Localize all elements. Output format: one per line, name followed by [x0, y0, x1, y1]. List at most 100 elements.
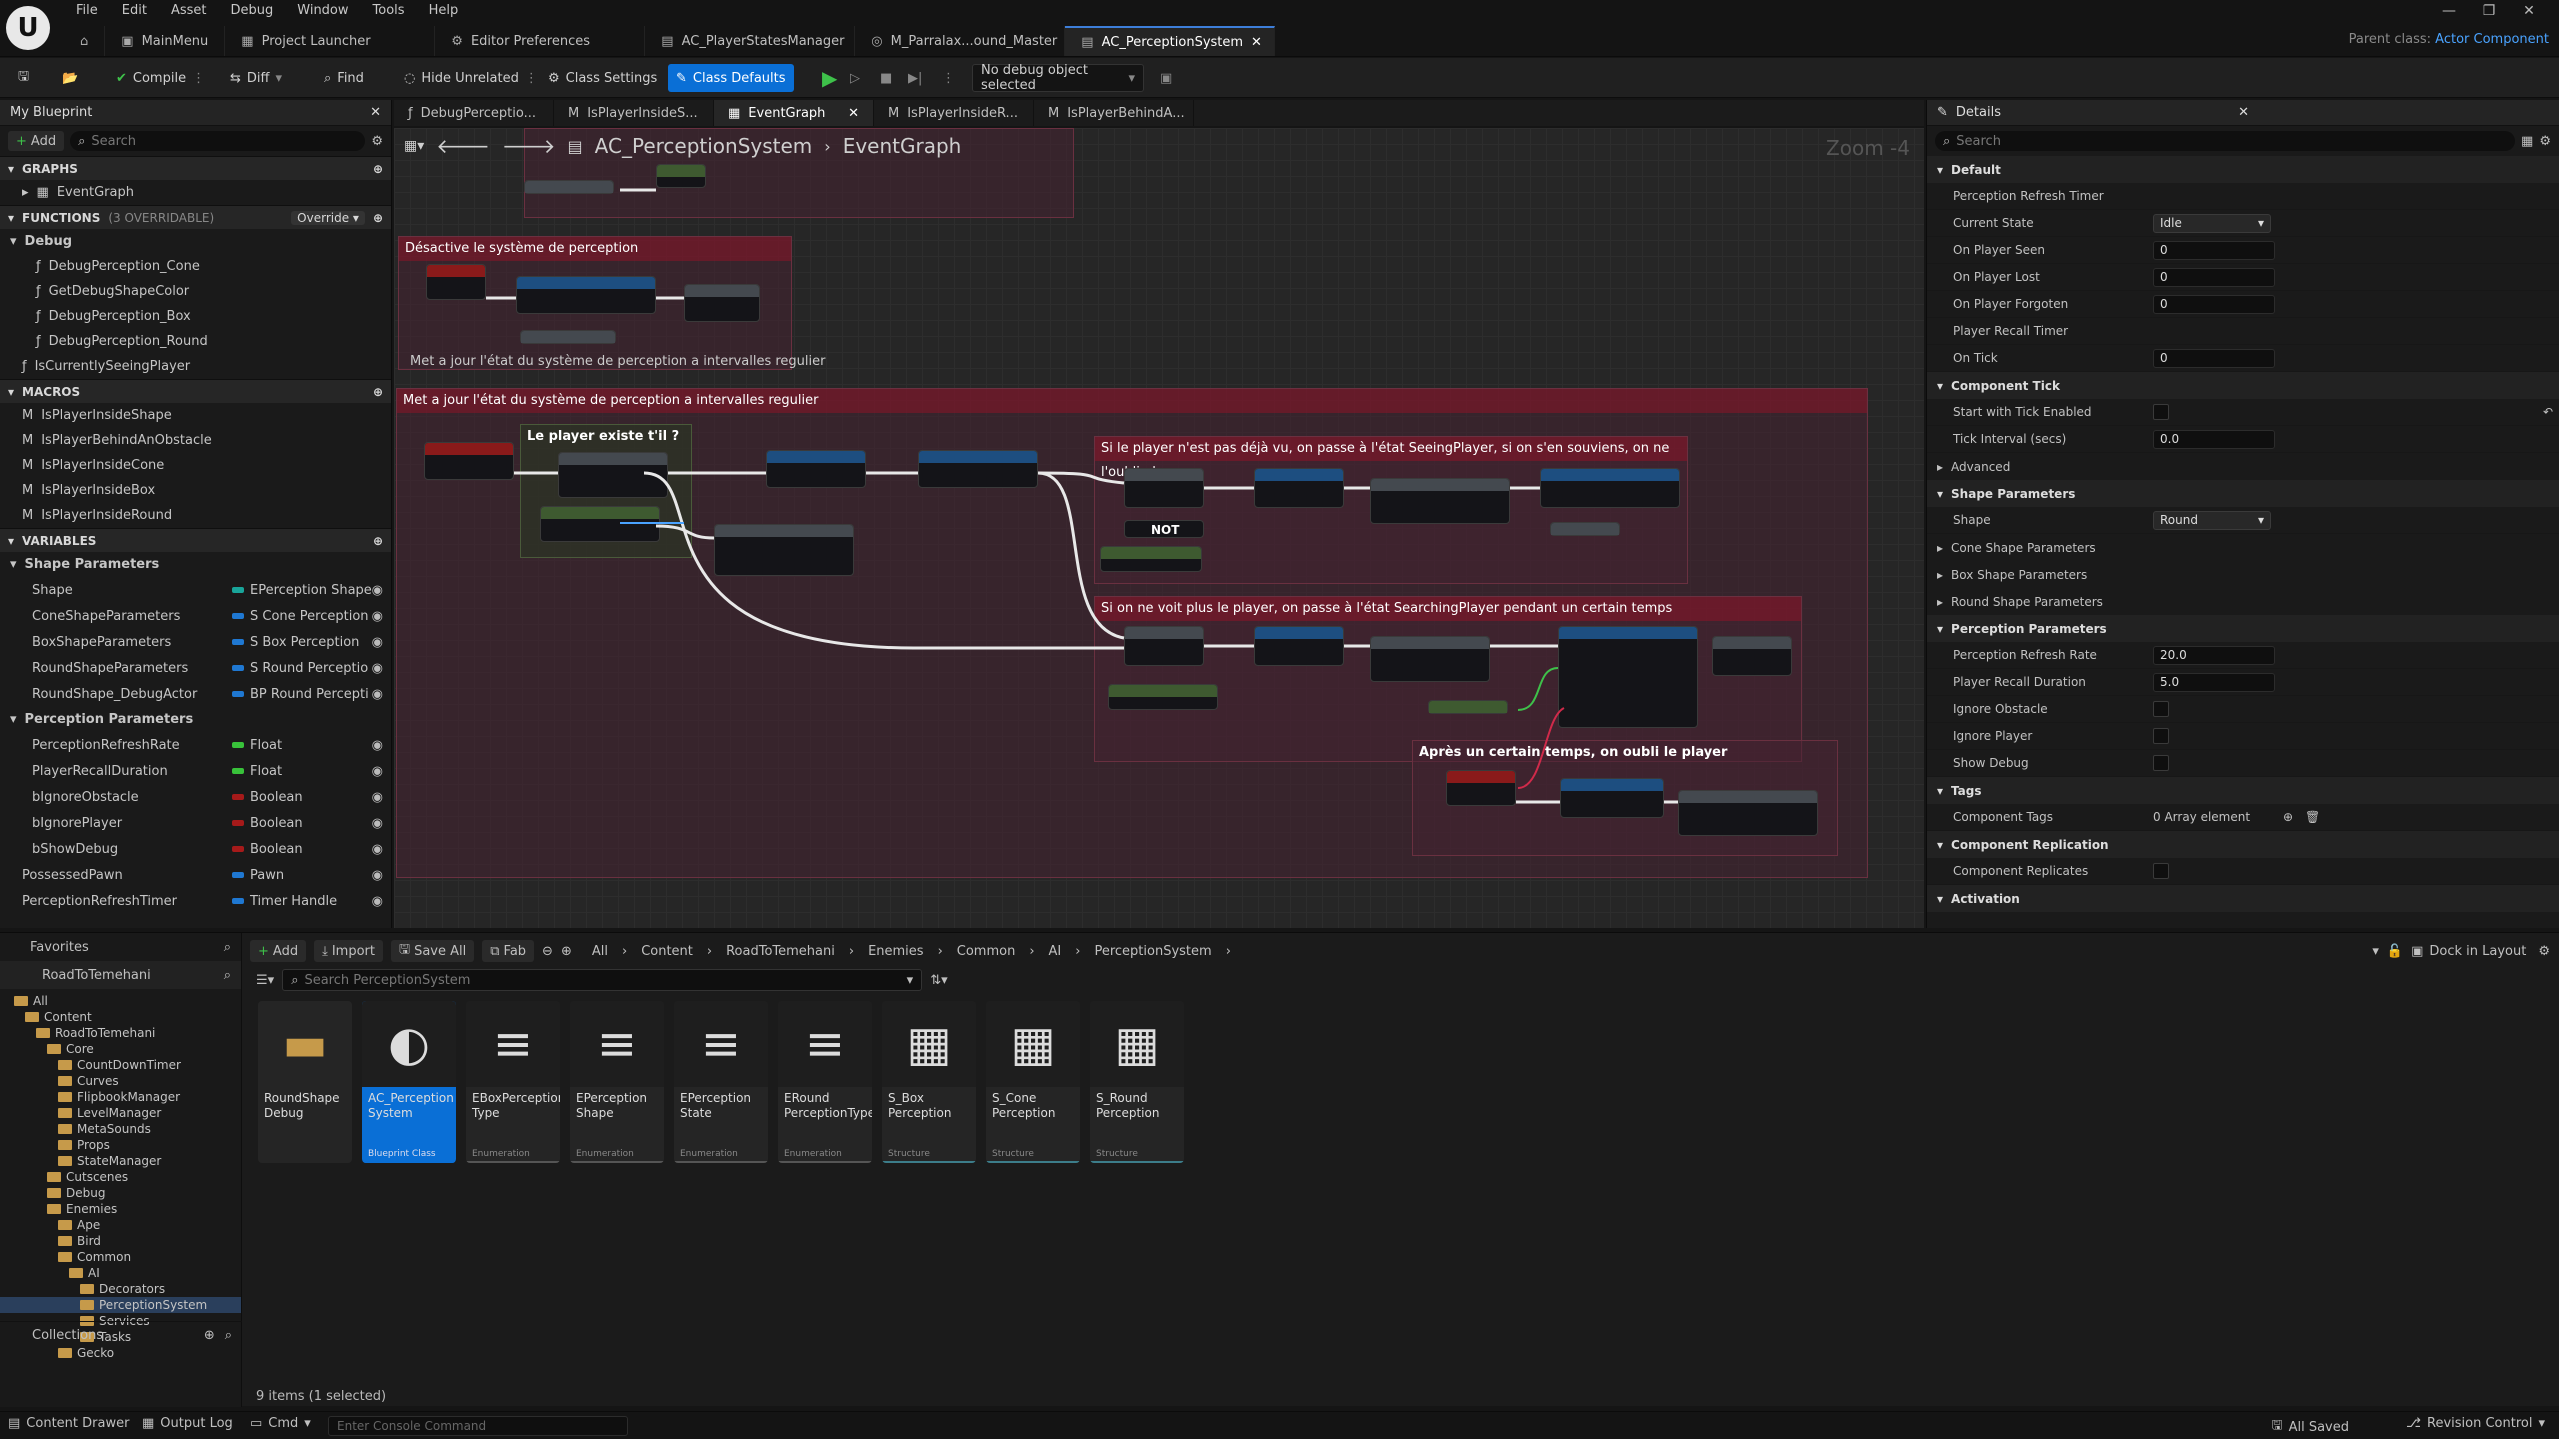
my-blueprint-tab[interactable]: My Blueprint ✕ [0, 100, 391, 126]
tab-event-graph[interactable]: ▦ EventGraph ✕ [714, 100, 874, 126]
current-state-dropdown[interactable]: Idle ▾ [2153, 213, 2271, 233]
folder-tree-item[interactable]: FlipbookManager [0, 1089, 241, 1105]
tab-home[interactable]: ⌂ [64, 26, 106, 56]
function-item[interactable]: ƒ DebugPerception_Box [0, 304, 391, 329]
sort-icon[interactable]: ⇅▾ [930, 973, 947, 988]
asset-tile[interactable]: ▦ S_Box Perception Structure [882, 1001, 976, 1163]
breadcrumb-graph[interactable]: EventGraph [843, 134, 962, 158]
menu-asset[interactable]: Asset [159, 0, 219, 22]
folder-tree-item[interactable]: PerceptionSystem [0, 1297, 241, 1313]
folder-tree-item[interactable]: StateManager [0, 1153, 241, 1169]
variable-item[interactable]: bShowDebug Boolean ◉ [0, 836, 391, 862]
asset-tile[interactable]: ≡ EBoxPerception Type Enumeration [466, 1001, 560, 1163]
details-search[interactable]: ⌕ Search [1935, 131, 2516, 151]
folder-tree-item[interactable]: RoadToTemehani [0, 1025, 241, 1041]
lock-icon[interactable]: 🔓 [2387, 944, 2403, 959]
event-graph-item[interactable]: ▸ ▦ EventGraph [0, 180, 391, 205]
asset-tile[interactable]: ▬ RoundShape Debug [258, 1001, 352, 1163]
menu-file[interactable]: File [64, 0, 110, 22]
asset-tile[interactable]: ◐ AC_Perception System Blueprint Class [362, 1001, 456, 1163]
tab-editor-preferences[interactable]: ⚙ Editor Preferences [435, 26, 646, 56]
folder-tree-item[interactable]: Debug [0, 1185, 241, 1201]
folder-tree-item[interactable]: Core [0, 1041, 241, 1057]
path-segment[interactable]: PerceptionSystem [1094, 944, 1211, 959]
asset-tile[interactable]: ▦ S_Cone Perception Structure [986, 1001, 1080, 1163]
macro-item[interactable]: M IsPlayerBehindAnObstacle [0, 428, 391, 453]
eye-icon[interactable]: ◉ [372, 894, 383, 909]
table-view-icon[interactable]: ▦ [2521, 134, 2533, 149]
refresh-rate-field[interactable]: 20.0 [2153, 645, 2275, 665]
variable-item[interactable]: PlayerRecallDuration Float ◉ [0, 758, 391, 784]
debug-object-dropdown[interactable]: No debug object selected ▾ [972, 63, 1144, 93]
menu-edit[interactable]: Edit [110, 0, 159, 22]
variable-item[interactable]: RoundShape_DebugActor BP Round Percepti ◉ [0, 681, 391, 707]
variable-item[interactable]: PerceptionRefreshTimer Timer Handle ◉ [0, 888, 391, 914]
dock-in-layout-button[interactable]: ▣ Dock in Layout [2411, 944, 2526, 959]
save-icon[interactable]: 🖫 [10, 64, 37, 92]
variable-item[interactable]: RoundShapeParameters S Round Perceptio ◉ [0, 655, 391, 681]
variable-item[interactable]: PerceptionRefreshRate Float ◉ [0, 732, 391, 758]
add-graph-icon[interactable]: ⊕ [373, 162, 383, 176]
eye-icon[interactable]: ◉ [372, 687, 383, 702]
asset-tile[interactable]: ≡ ERound PerceptionType Enumeration [778, 1001, 872, 1163]
revision-control-button[interactable]: ⎇ Revision Control ▾ [2406, 1416, 2545, 1431]
variable-item[interactable]: Shape EPerception Shape ◉ [0, 577, 391, 603]
menu-tools[interactable]: Tools [361, 0, 417, 22]
content-drawer-button[interactable]: ▤ Content Drawer [8, 1416, 129, 1431]
graph-menu-icon[interactable]: ▦▾ [404, 138, 424, 154]
menu-debug[interactable]: Debug [219, 0, 286, 22]
collections-header[interactable]: Collections ⊕ ⌕ [0, 1321, 242, 1349]
variable-item[interactable]: BoxShapeParameters S Box Perception ◉ [0, 629, 391, 655]
output-log-button[interactable]: ▦ Output Log [142, 1416, 233, 1431]
folder-tree-item[interactable]: Props [0, 1137, 241, 1153]
eye-icon[interactable]: ◉ [372, 583, 383, 598]
shape-dropdown[interactable]: Round ▾ [2153, 510, 2271, 530]
chevron-down-icon[interactable]: ▾ [2372, 944, 2379, 959]
functions-section[interactable]: ▾ FUNCTIONS (3 OVERRIDABLE) Override ▾ ⊕ [0, 205, 391, 229]
details-tab[interactable]: ✎ Details ✕ [1927, 100, 2559, 126]
stop-button[interactable]: ■ [872, 64, 900, 92]
breadcrumb-class[interactable]: AC_PerceptionSystem [595, 134, 813, 158]
macros-section[interactable]: ▾ MACROS ⊕ [0, 379, 391, 403]
box-params-expander[interactable]: ▸ Box Shape Parameters [1927, 561, 2559, 588]
function-item[interactable]: ƒ DebugPerception_Cone [0, 254, 391, 279]
filter-icon[interactable]: ☰▾ [256, 973, 274, 988]
eye-icon[interactable]: ◉ [372, 609, 383, 624]
folder-tree-item[interactable]: Content [0, 1009, 241, 1025]
eye-icon[interactable]: ◉ [372, 816, 383, 831]
function-item[interactable]: ƒ DebugPerception_Round [0, 329, 391, 354]
favorites-header[interactable]: Favorites ⌕ [0, 933, 241, 961]
eye-icon[interactable]: ◉ [372, 635, 383, 650]
macro-item[interactable]: M IsPlayerInsideCone [0, 453, 391, 478]
cone-params-expander[interactable]: ▸ Cone Shape Parameters [1927, 534, 2559, 561]
component-tick-section[interactable]: ▾ Component Tick [1927, 372, 2559, 399]
advanced-expander[interactable]: ▸ Advanced [1927, 453, 2559, 480]
compile-button[interactable]: ✔ Compile ⋮ [108, 64, 213, 92]
close-window-button[interactable]: ✕ [2509, 0, 2549, 22]
macro-item[interactable]: M IsPlayerInsideRound [0, 503, 391, 528]
menu-help[interactable]: Help [417, 0, 471, 22]
tags-section[interactable]: ▾ Tags [1927, 777, 2559, 804]
macro-item[interactable]: M IsPlayerInsideBox [0, 478, 391, 503]
on-player-seen-field[interactable]: 0 [2153, 240, 2275, 260]
hide-unrelated-button[interactable]: ◌ Hide Unrelated ⋮ [396, 64, 546, 92]
eye-icon[interactable]: ◉ [372, 790, 383, 805]
close-tab-icon[interactable]: ✕ [848, 106, 859, 121]
recall-duration-field[interactable]: 5.0 [2153, 672, 2275, 692]
variable-item[interactable]: ConeShapeParameters S Cone Perception ◉ [0, 603, 391, 629]
graphs-section[interactable]: ▾ GRAPHS ⊕ [0, 156, 391, 180]
add-function-icon[interactable]: ⊕ [373, 211, 383, 225]
on-player-lost-field[interactable]: 0 [2153, 267, 2275, 287]
asset-tile[interactable]: ≡ EPerception Shape Enumeration [570, 1001, 664, 1163]
folder-tree-item[interactable]: LevelManager [0, 1105, 241, 1121]
folder-tree-item[interactable]: Cutscenes [0, 1169, 241, 1185]
back-arrow-icon[interactable]: 🡐 [436, 134, 490, 158]
tab-ac-perceptionsystem[interactable]: ▤ AC_PerceptionSystem ✕ [1065, 26, 1276, 56]
folder-tree-item[interactable]: AI [0, 1265, 241, 1281]
my-blueprint-search[interactable]: ⌕ Search [70, 131, 366, 151]
tick-interval-field[interactable]: 0.0 [2153, 429, 2275, 449]
tab-project-launcher[interactable]: ▦ Project Launcher [225, 26, 436, 56]
start-with-tick-checkbox[interactable] [2153, 404, 2169, 420]
search-icon[interactable]: ⌕ [224, 940, 231, 955]
replication-section[interactable]: ▾ Component Replication [1927, 831, 2559, 858]
